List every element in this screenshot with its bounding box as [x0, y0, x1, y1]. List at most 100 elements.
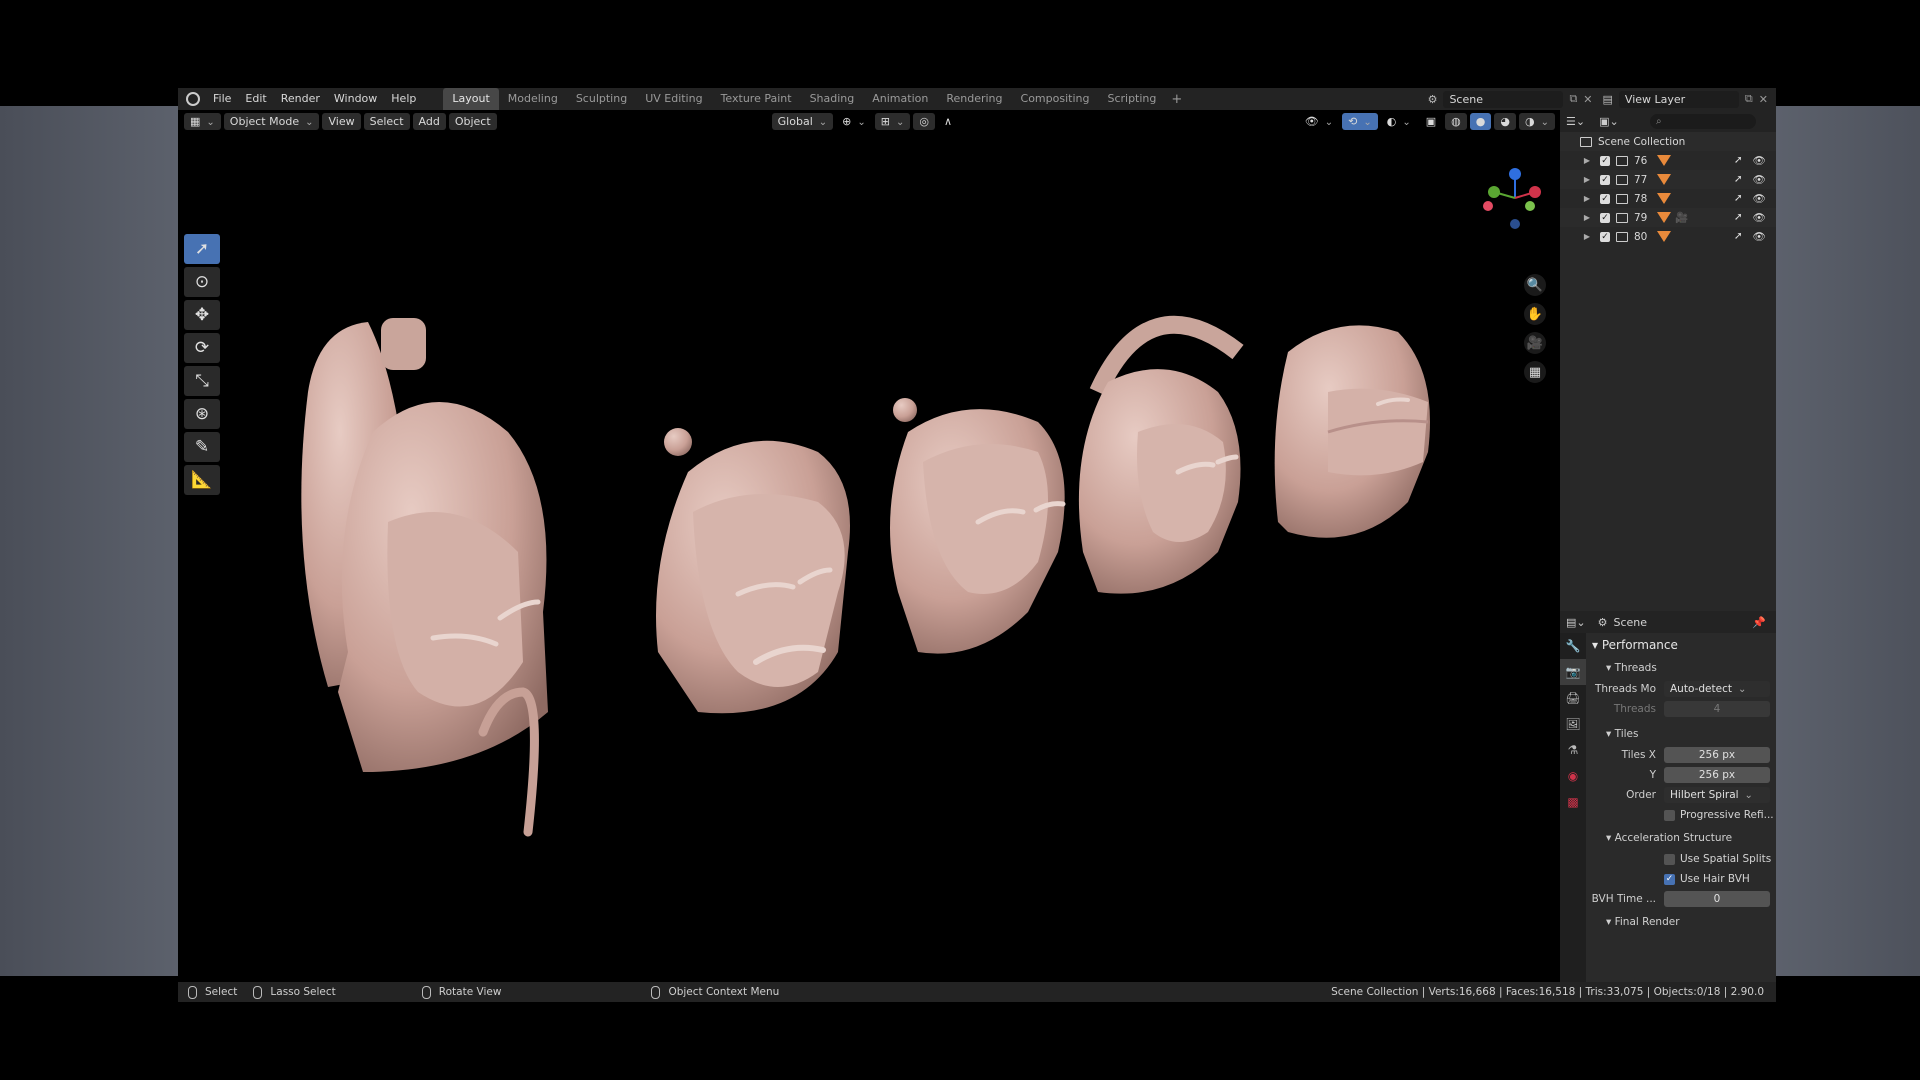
outliner-editor-icon[interactable]: ☰⌄ [1566, 115, 1585, 128]
menu-edit[interactable]: Edit [238, 88, 273, 110]
exclude-checkbox[interactable]: ✓ [1600, 231, 1610, 242]
hair-bvh-row[interactable]: ✓ Use Hair BVH [1588, 869, 1774, 889]
menu-window[interactable]: Window [327, 88, 384, 110]
pan-hand-icon[interactable]: ✋ [1524, 303, 1546, 325]
select-menu[interactable]: Select [363, 112, 410, 130]
pin-icon[interactable]: 📌 [1752, 616, 1766, 629]
progressive-checkbox[interactable] [1664, 809, 1675, 821]
texture-tab-icon[interactable]: ▩ [1560, 789, 1586, 815]
select-arrow-icon[interactable]: ➚ [1734, 230, 1743, 243]
expand-arrow-icon[interactable]: ▶ [1580, 232, 1594, 241]
tab-uv-editing[interactable]: UV Editing [636, 88, 711, 110]
cursor-tool-icon[interactable]: ⊙ [184, 267, 220, 297]
pivot-icon[interactable]: ⊕ [836, 113, 872, 130]
hair-bvh-checkbox[interactable]: ✓ [1664, 873, 1675, 885]
expand-arrow-icon[interactable]: ▶ [1580, 213, 1594, 222]
tab-modeling[interactable]: Modeling [499, 88, 567, 110]
zoom-icon[interactable]: 🔍 [1524, 274, 1546, 296]
view-menu[interactable]: View [322, 112, 361, 130]
wireframe-shading-icon[interactable]: ◍ [1445, 112, 1467, 130]
transform-tool-icon[interactable]: ⊛ [184, 399, 220, 429]
display-mode-icon[interactable]: ▣⌄ [1599, 115, 1619, 128]
mode-dropdown[interactable]: Object Mode [223, 112, 320, 130]
tool-tab-icon[interactable]: 🔧 [1560, 633, 1586, 659]
annotate-tool-icon[interactable]: ✎ [184, 432, 220, 462]
tiles-x-field[interactable]: 256 px [1664, 747, 1770, 763]
move-tool-icon[interactable]: ✥ [184, 300, 220, 330]
acceleration-subsection[interactable]: ▾ Acceleration Structure [1588, 827, 1774, 849]
solid-shading-icon[interactable]: ● [1469, 112, 1492, 130]
navigation-gizmo[interactable] [1480, 168, 1550, 238]
object-menu[interactable]: Object [448, 112, 497, 130]
scale-tool-icon[interactable]: ⤡ [184, 366, 220, 396]
scene-new-icon[interactable]: ⧉ [1569, 92, 1577, 106]
tab-texture-paint[interactable]: Texture Paint [712, 88, 801, 110]
order-dropdown[interactable]: Hilbert Spiral [1664, 787, 1770, 803]
outliner-item[interactable]: ▶ ✓ 78 ➚ 👁 [1560, 189, 1776, 208]
xray-icon[interactable]: ▣ [1420, 113, 1442, 130]
select-arrow-icon[interactable]: ➚ [1734, 192, 1743, 205]
select-arrow-icon[interactable]: ➚ [1734, 154, 1743, 167]
eye-icon[interactable]: 👁 [1753, 154, 1766, 167]
threads-subsection[interactable]: ▾ Threads [1588, 657, 1774, 679]
add-workspace-icon[interactable]: + [1165, 92, 1188, 107]
view-layer-tab-icon[interactable]: 🖼 [1560, 711, 1586, 737]
outliner-item[interactable]: ▶ ✓ 79 🎥 ➚ 👁 [1560, 208, 1776, 227]
tiles-subsection[interactable]: ▾ Tiles [1588, 723, 1774, 745]
final-render-subsection[interactable]: ▾ Final Render [1588, 911, 1774, 933]
spatial-splits-checkbox[interactable] [1664, 853, 1675, 865]
tab-shading[interactable]: Shading [801, 88, 864, 110]
tab-layout[interactable]: Layout [443, 88, 499, 110]
menu-file[interactable]: File [206, 88, 238, 110]
exclude-checkbox[interactable]: ✓ [1600, 155, 1610, 166]
eye-icon[interactable]: 👁 [1753, 192, 1766, 205]
output-tab-icon[interactable]: 🖨 [1560, 685, 1586, 711]
outliner-item[interactable]: ▶ ✓ 80 ➚ 👁 [1560, 227, 1776, 246]
camera-view-icon[interactable]: 🎥 [1524, 332, 1546, 354]
tiles-y-field[interactable]: 256 px [1664, 767, 1770, 783]
eye-icon[interactable]: 👁 [1753, 230, 1766, 243]
tab-compositing[interactable]: Compositing [1012, 88, 1099, 110]
proportional-edit-icon[interactable]: ◎ [913, 112, 935, 130]
gizmo-toggle-icon[interactable]: ⟲ [1342, 112, 1378, 130]
select-arrow-icon[interactable]: ➚ [1734, 173, 1743, 186]
orientation-dropdown[interactable]: Global [771, 112, 834, 130]
progressive-row[interactable]: Progressive Refi... [1588, 805, 1774, 825]
properties-editor-icon[interactable]: ▤⌄ [1566, 616, 1586, 629]
menu-render[interactable]: Render [274, 88, 327, 110]
visibility-icon[interactable]: 👁 [1299, 113, 1339, 130]
outliner-search-input[interactable]: ⌕ [1650, 113, 1756, 129]
render-tab-icon[interactable]: 📷 [1560, 659, 1586, 685]
select-arrow-icon[interactable]: ➚ [1734, 211, 1743, 224]
outliner-item[interactable]: ▶ ✓ 76 ➚ 👁 [1560, 151, 1776, 170]
scene-collection-row[interactable]: Scene Collection [1560, 132, 1776, 151]
falloff-icon[interactable]: ∧ [938, 113, 958, 130]
view-layer-field[interactable]: View Layer [1618, 90, 1739, 108]
expand-arrow-icon[interactable]: ▶ [1580, 156, 1594, 165]
expand-arrow-icon[interactable]: ▶ [1580, 175, 1594, 184]
exclude-checkbox[interactable]: ✓ [1600, 212, 1610, 223]
tab-sculpting[interactable]: Sculpting [567, 88, 636, 110]
exclude-checkbox[interactable]: ✓ [1600, 193, 1610, 204]
perspective-grid-icon[interactable]: ▦ [1524, 361, 1546, 383]
rendered-shading-icon[interactable]: ◑ [1519, 112, 1555, 130]
tab-scripting[interactable]: Scripting [1098, 88, 1165, 110]
blender-logo-icon[interactable] [186, 92, 200, 106]
tab-animation[interactable]: Animation [863, 88, 937, 110]
expand-arrow-icon[interactable]: ▶ [1580, 194, 1594, 203]
bvh-time-field[interactable]: 0 [1664, 891, 1770, 907]
performance-section[interactable]: ▾ Performance [1588, 633, 1774, 657]
material-shading-icon[interactable]: ◕ [1494, 112, 1516, 130]
editor-type-icon[interactable]: ▦ [184, 112, 221, 130]
eye-icon[interactable]: 👁 [1753, 173, 1766, 186]
rotate-tool-icon[interactable]: ⟳ [184, 333, 220, 363]
scene-close-icon[interactable]: ✕ [1583, 93, 1592, 106]
snap-icon[interactable]: ⊞ [874, 112, 911, 130]
exclude-checkbox[interactable]: ✓ [1600, 174, 1610, 185]
3d-viewport[interactable]: ➚ ⊙ ✥ ⟳ ⤡ ⊛ ✎ 📐 🔍 ✋ 🎥 ▦ [178, 132, 1558, 992]
select-box-tool-icon[interactable]: ➚ [184, 234, 220, 264]
outliner-item[interactable]: ▶ ✓ 77 ➚ 👁 [1560, 170, 1776, 189]
scene-field[interactable]: Scene [1443, 90, 1564, 108]
view-layer-close-icon[interactable]: ✕ [1759, 93, 1768, 106]
threads-mode-dropdown[interactable]: Auto-detect [1664, 681, 1770, 697]
